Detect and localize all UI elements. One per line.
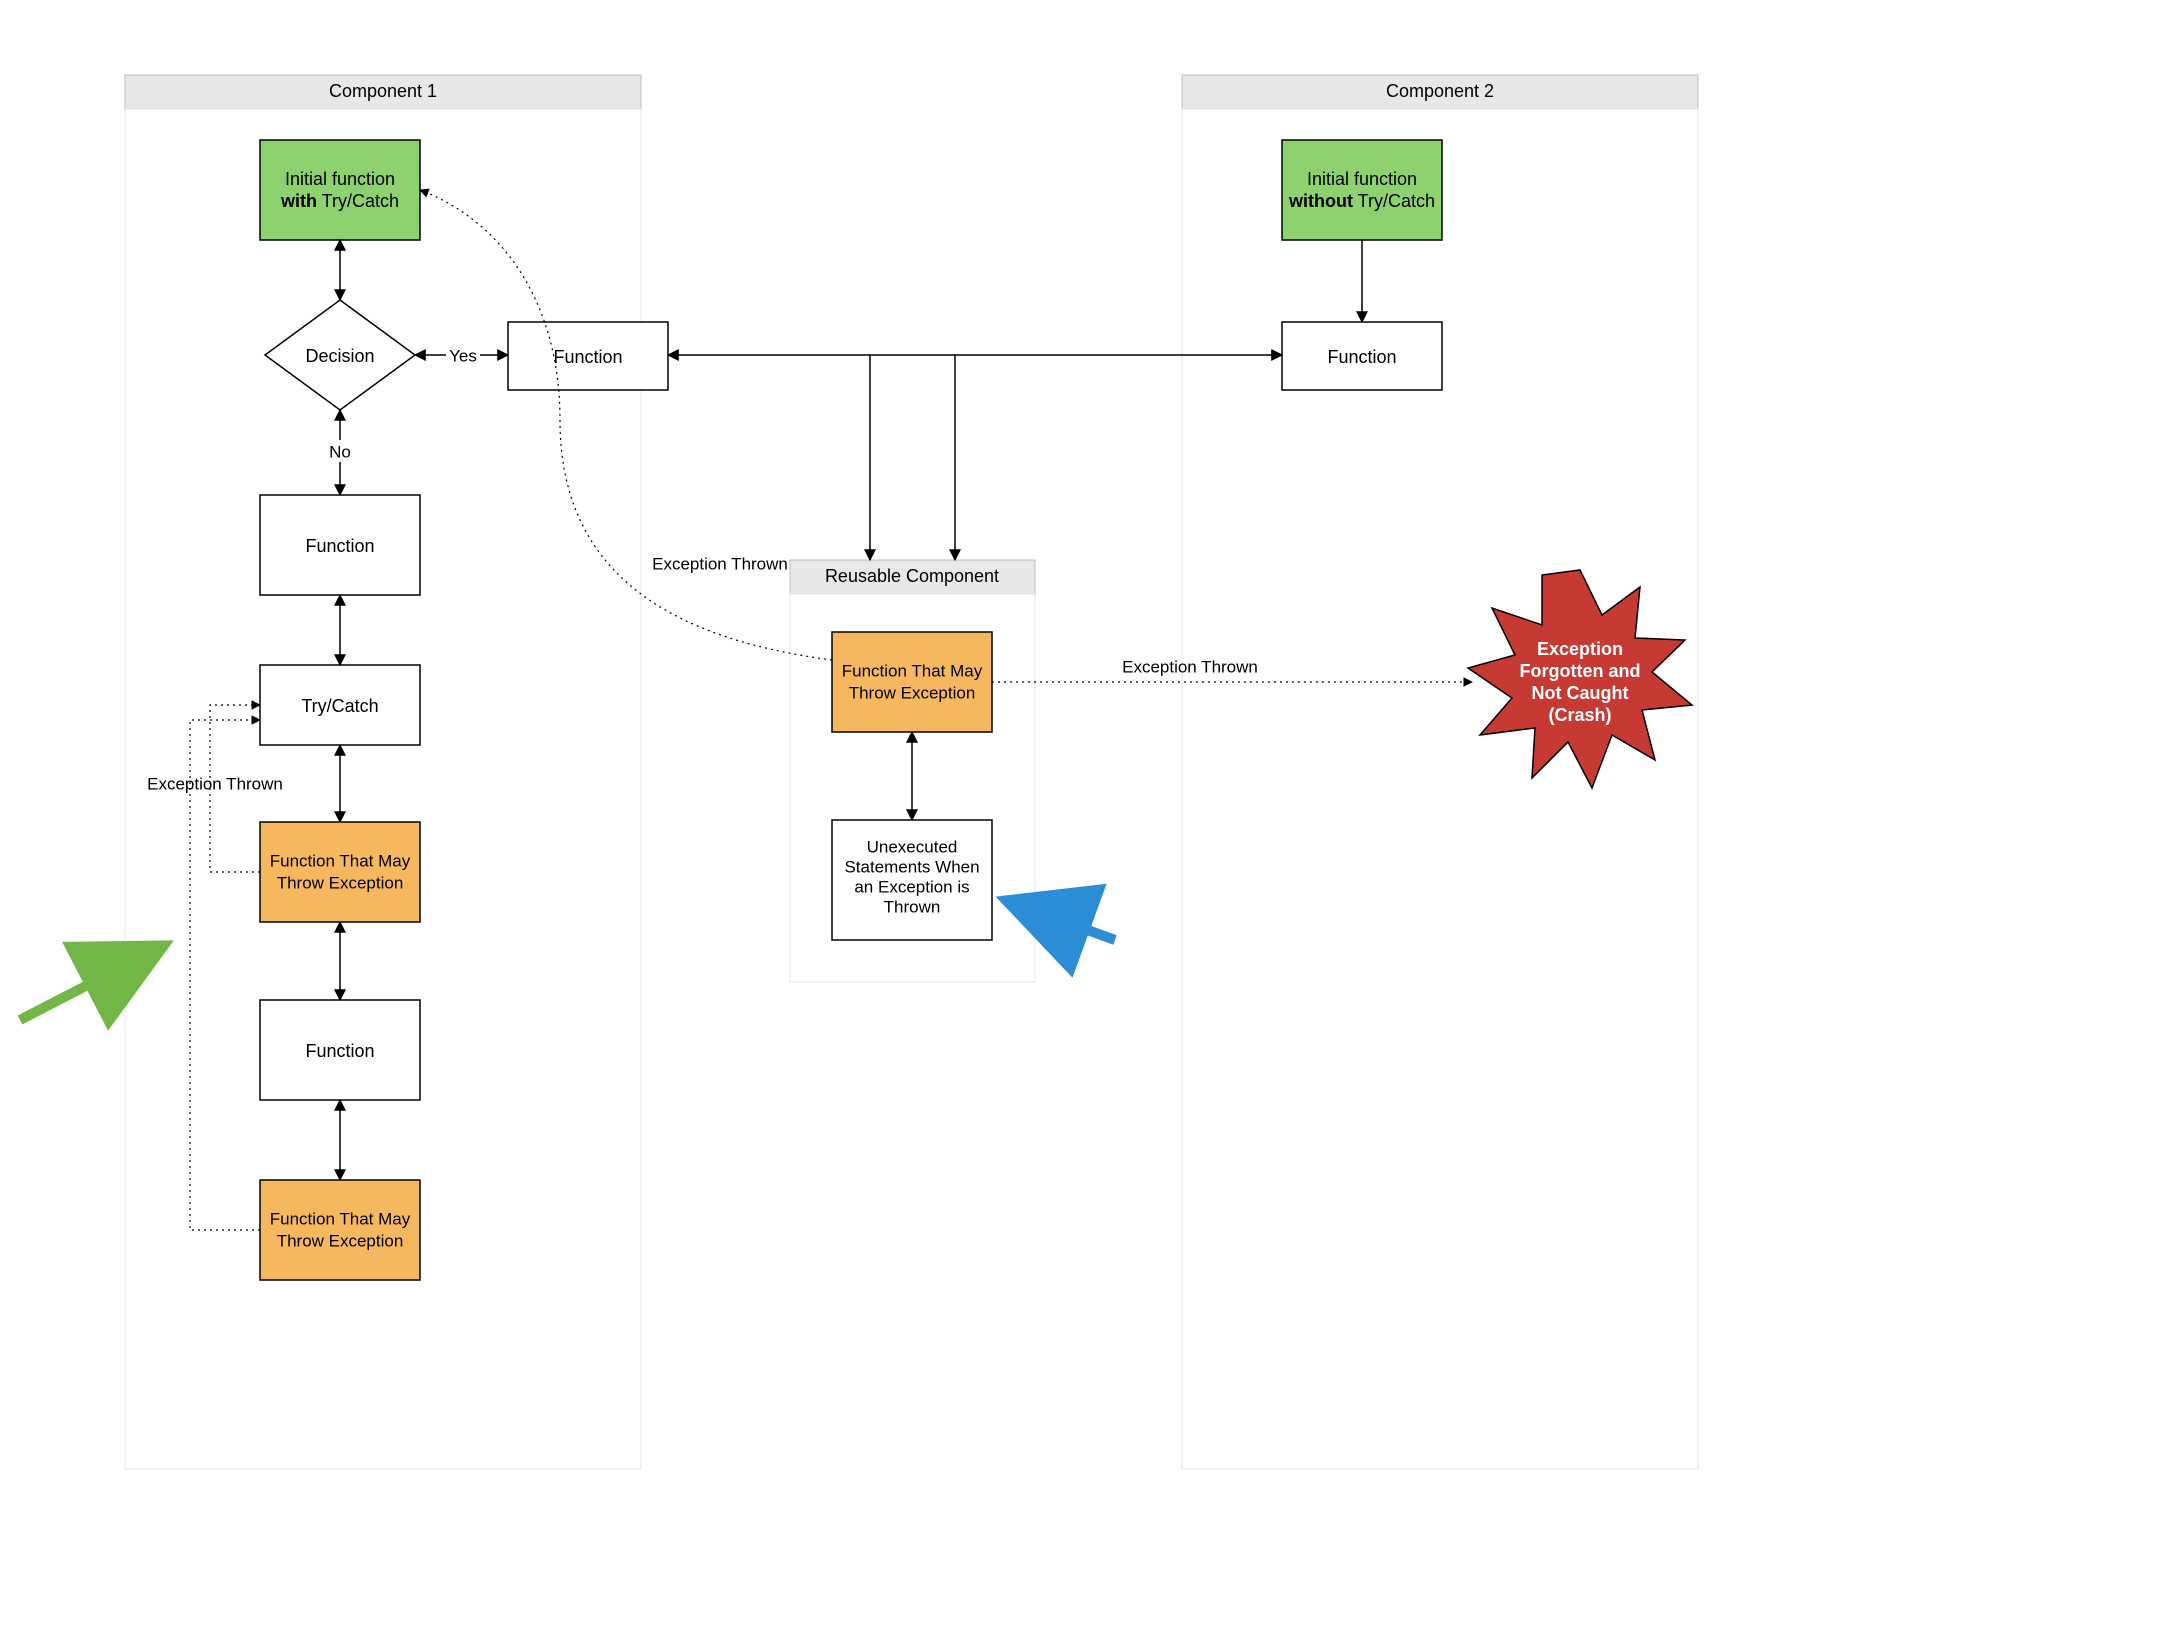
flowchart-diagram: Component 1 Component 2 Reusable Compone… bbox=[0, 0, 2160, 1625]
svg-text:Throw Exception: Throw Exception bbox=[849, 683, 976, 702]
svg-text:Initial function: Initial function bbox=[1307, 169, 1417, 189]
svg-text:Function: Function bbox=[305, 536, 374, 556]
svg-text:Function That May: Function That May bbox=[842, 661, 983, 680]
c1-throw2-box: Function That May Throw Exception bbox=[260, 1180, 420, 1280]
svg-text:Unexecuted: Unexecuted bbox=[867, 837, 958, 856]
reusable-unexecuted-box: Unexecuted Statements When an Exception … bbox=[832, 820, 992, 940]
yes-label: Yes bbox=[449, 346, 477, 365]
svg-text:without Try/Catch: without Try/Catch bbox=[1288, 191, 1435, 211]
svg-text:Throw Exception: Throw Exception bbox=[277, 873, 404, 892]
component-1-title: Component 1 bbox=[329, 81, 437, 101]
svg-text:Statements When: Statements When bbox=[844, 857, 979, 876]
svg-text:Not Caught: Not Caught bbox=[1532, 683, 1629, 703]
svg-text:an Exception is: an Exception is bbox=[854, 877, 969, 896]
component-2-title: Component 2 bbox=[1386, 81, 1494, 101]
exception-thrown-left-label: Exception Thrown bbox=[147, 774, 283, 793]
svg-text:Function: Function bbox=[305, 1041, 374, 1061]
svg-text:Function: Function bbox=[553, 347, 622, 367]
c1-function-mid-box: Function bbox=[260, 495, 420, 595]
c2-initial-function-box: Initial function without Try/Catch bbox=[1282, 140, 1442, 240]
svg-text:Function That May: Function That May bbox=[270, 851, 411, 870]
svg-text:Decision: Decision bbox=[305, 346, 374, 366]
svg-text:with Try/Catch: with Try/Catch bbox=[280, 191, 399, 211]
component-2-container: Component 2 bbox=[1182, 75, 1698, 1469]
c1-function-bot-box: Function bbox=[260, 1000, 420, 1100]
c1-trycatch-box: Try/Catch bbox=[260, 665, 420, 745]
reusable-throw-box: Function That May Throw Exception bbox=[832, 632, 992, 732]
reusable-component-title: Reusable Component bbox=[825, 566, 999, 586]
exception-thrown-right-label: Exception Thrown bbox=[1122, 657, 1258, 676]
no-label: No bbox=[329, 442, 351, 461]
svg-text:Initial function: Initial function bbox=[285, 169, 395, 189]
c1-initial-function-box: Initial function with Try/Catch bbox=[260, 140, 420, 240]
c1-throw1-box: Function That May Throw Exception bbox=[260, 822, 420, 922]
exception-thrown-mid-label: Exception Thrown bbox=[652, 554, 788, 573]
svg-text:Try/Catch: Try/Catch bbox=[301, 696, 378, 716]
svg-text:Function That May: Function That May bbox=[270, 1209, 411, 1228]
svg-text:Forgotten and: Forgotten and bbox=[1520, 661, 1641, 681]
c2-function-box: Function bbox=[1282, 322, 1442, 390]
c1-function-top-box: Function bbox=[508, 322, 668, 390]
svg-text:(Crash): (Crash) bbox=[1548, 705, 1611, 725]
svg-text:Exception: Exception bbox=[1537, 639, 1623, 659]
svg-text:Throw Exception: Throw Exception bbox=[277, 1231, 404, 1250]
svg-text:Thrown: Thrown bbox=[884, 897, 941, 916]
svg-text:Function: Function bbox=[1327, 347, 1396, 367]
